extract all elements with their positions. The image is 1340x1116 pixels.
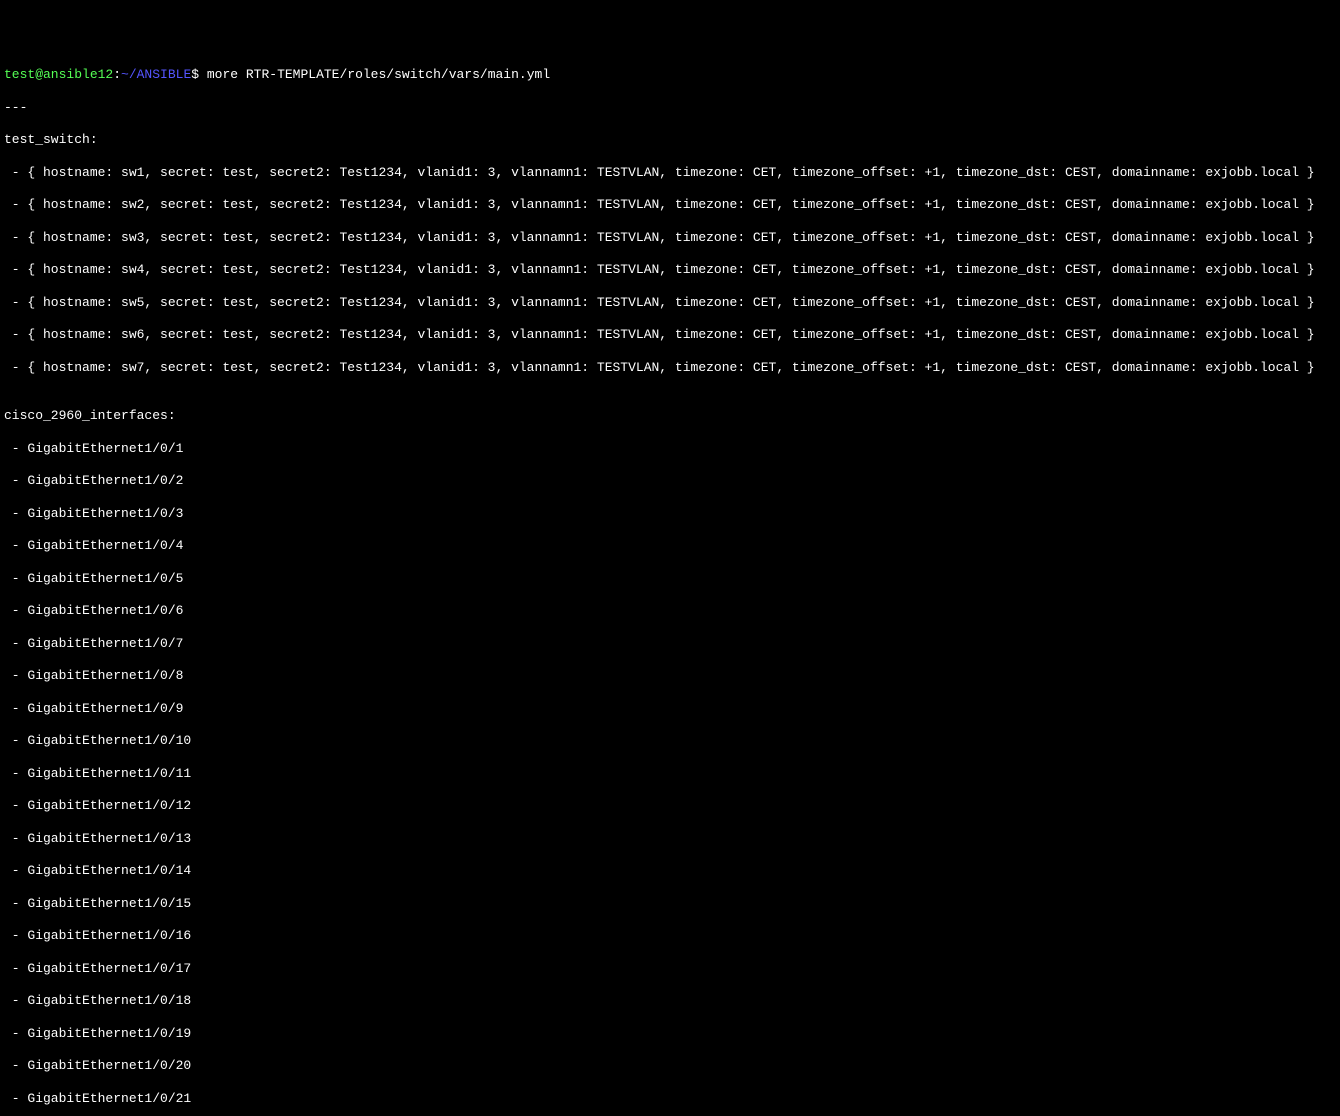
interface-entry: - GigabitEthernet1/0/4 bbox=[4, 538, 1336, 554]
interface-entry: - GigabitEthernet1/0/14 bbox=[4, 863, 1336, 879]
switch-entry: - { hostname: sw5, secret: test, secret2… bbox=[4, 295, 1336, 311]
interface-entry: - GigabitEthernet1/0/21 bbox=[4, 1091, 1336, 1107]
interface-entry: - GigabitEthernet1/0/12 bbox=[4, 798, 1336, 814]
prompt-path: ~/ANSIBLE bbox=[121, 67, 191, 82]
interface-entry: - GigabitEthernet1/0/10 bbox=[4, 733, 1336, 749]
yaml-start-marker: --- bbox=[4, 100, 1336, 116]
interface-entry: - GigabitEthernet1/0/20 bbox=[4, 1058, 1336, 1074]
interface-entry: - GigabitEthernet1/0/1 bbox=[4, 441, 1336, 457]
command-prompt-line[interactable]: test@ansible12:~/ANSIBLE$ more RTR-TEMPL… bbox=[4, 67, 1336, 83]
interface-entry: - GigabitEthernet1/0/6 bbox=[4, 603, 1336, 619]
switch-entry: - { hostname: sw3, secret: test, secret2… bbox=[4, 230, 1336, 246]
interface-entry: - GigabitEthernet1/0/16 bbox=[4, 928, 1336, 944]
prompt-colon: : bbox=[113, 67, 121, 82]
interface-entry: - GigabitEthernet1/0/8 bbox=[4, 668, 1336, 684]
interface-entry: - GigabitEthernet1/0/15 bbox=[4, 896, 1336, 912]
interface-entry: - GigabitEthernet1/0/11 bbox=[4, 766, 1336, 782]
interface-entry: - GigabitEthernet1/0/7 bbox=[4, 636, 1336, 652]
interface-entry: - GigabitEthernet1/0/9 bbox=[4, 701, 1336, 717]
switch-entry: - { hostname: sw7, secret: test, secret2… bbox=[4, 360, 1336, 376]
interface-entry: - GigabitEthernet1/0/18 bbox=[4, 993, 1336, 1009]
interface-entry: - GigabitEthernet1/0/3 bbox=[4, 506, 1336, 522]
interface-entry: - GigabitEthernet1/0/19 bbox=[4, 1026, 1336, 1042]
interface-entry: - GigabitEthernet1/0/5 bbox=[4, 571, 1336, 587]
interface-entry: - GigabitEthernet1/0/2 bbox=[4, 473, 1336, 489]
interface-entry: - GigabitEthernet1/0/13 bbox=[4, 831, 1336, 847]
switch-entry: - { hostname: sw1, secret: test, secret2… bbox=[4, 165, 1336, 181]
test-switch-header: test_switch: bbox=[4, 132, 1336, 148]
interface-entry: - GigabitEthernet1/0/17 bbox=[4, 961, 1336, 977]
switch-entry: - { hostname: sw4, secret: test, secret2… bbox=[4, 262, 1336, 278]
interfaces-header: cisco_2960_interfaces: bbox=[4, 408, 1336, 424]
switch-entry: - { hostname: sw2, secret: test, secret2… bbox=[4, 197, 1336, 213]
command-text: more RTR-TEMPLATE/roles/switch/vars/main… bbox=[207, 67, 550, 82]
prompt-user-host: test@ansible12 bbox=[4, 67, 113, 82]
prompt-symbol: $ bbox=[191, 67, 207, 82]
switch-entry: - { hostname: sw6, secret: test, secret2… bbox=[4, 327, 1336, 343]
